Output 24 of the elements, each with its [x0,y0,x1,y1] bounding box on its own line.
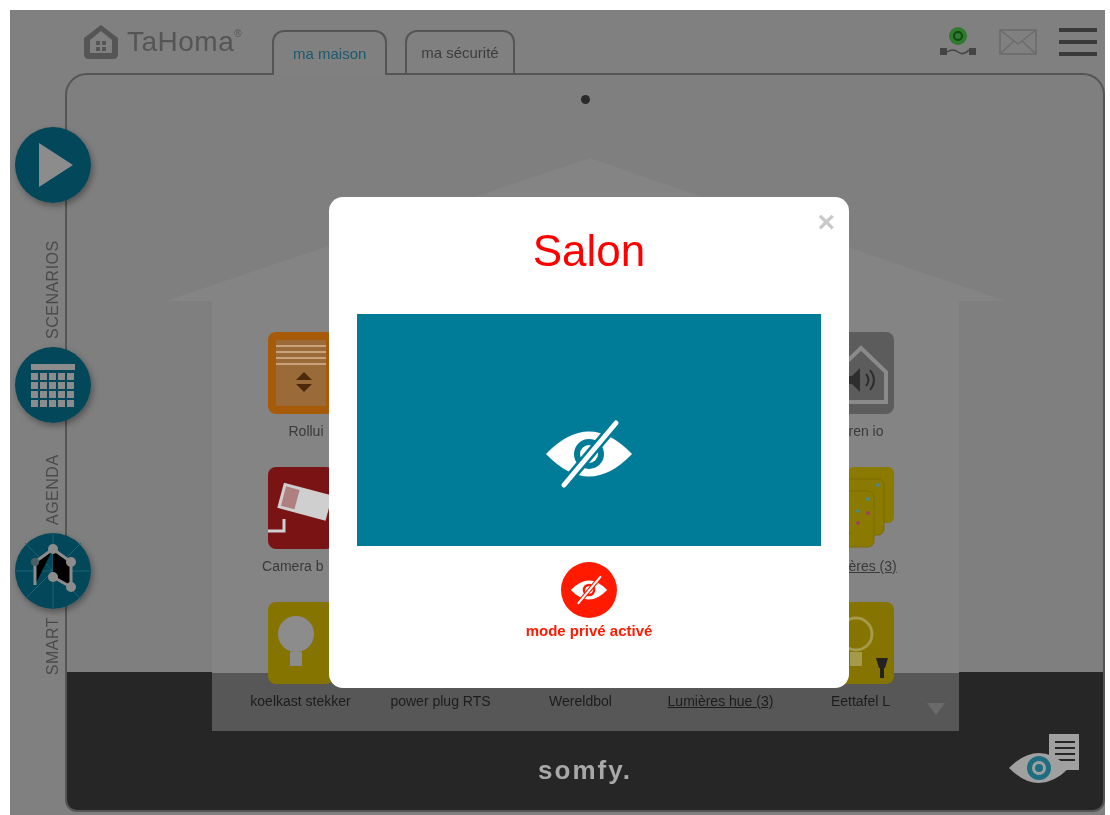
hidden-eye-icon [544,419,634,489]
network-connection-icon[interactable] [939,25,977,58]
device-label: ren io [847,422,885,440]
device-label: power plug RTS [390,692,491,710]
private-mode-status: mode privé activé [525,622,653,639]
page-indicator-dot [580,95,590,104]
close-button[interactable]: × [817,207,835,237]
device-label: Wereldbol [549,692,612,710]
device-label: koelkast stekker [250,692,351,710]
logo-house-icon [83,23,119,60]
tab[interactable]: ma sécurité [405,30,515,73]
device-label: Eettafel L [830,692,891,710]
play-button[interactable] [15,127,91,203]
device-label: Rollui [287,422,325,440]
dialog-title: Salon [532,225,646,277]
brand-logo-text: somfy. [538,755,632,786]
private-mode-icon[interactable] [561,562,617,618]
eye-slash-icon [570,575,608,605]
network-button[interactable] [15,533,91,609]
device-label: Camera b [261,557,325,575]
device-group-link[interactable]: Lumières hue (3) [667,692,774,710]
tab[interactable]: ma maison [272,30,388,75]
calendar-button[interactable] [15,347,91,423]
menu-icon[interactable] [1059,26,1097,57]
